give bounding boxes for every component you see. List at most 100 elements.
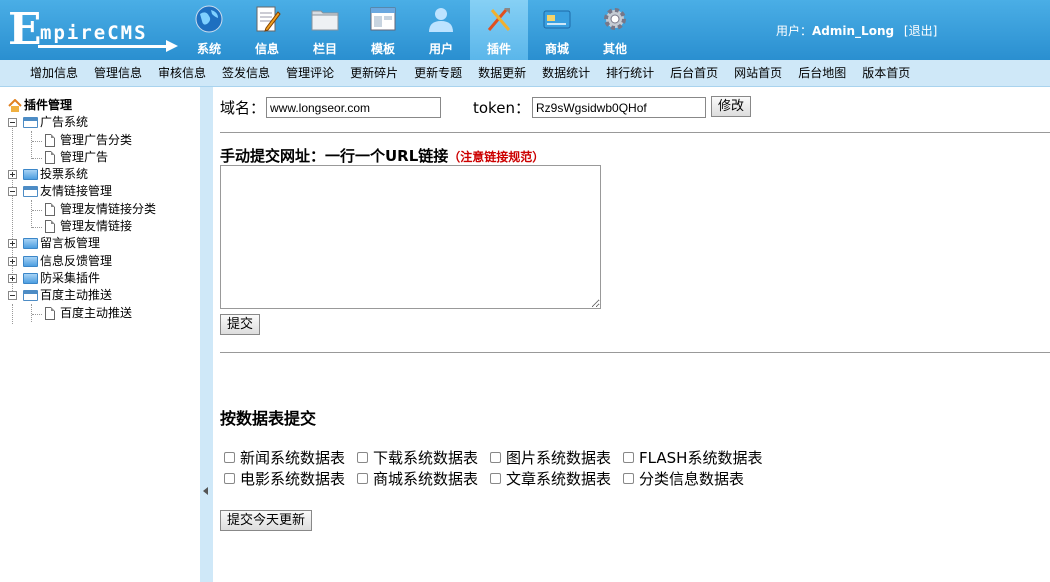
tree-node-label: 防采集插件 [40, 270, 101, 285]
domain-label: 域名： [220, 99, 266, 117]
submenu-sign-info[interactable]: 签发信息 [214, 60, 278, 86]
submenu-admin-map[interactable]: 后台地图 [790, 60, 854, 86]
tree-leaf-links[interactable]: 管理友情链接 [0, 218, 200, 235]
nav-label: 信息 [254, 42, 279, 56]
checkbox-box[interactable] [357, 472, 369, 484]
link-note: （注意链接规范） [448, 150, 545, 164]
collapse-arrow-icon[interactable] [203, 487, 208, 495]
modify-button[interactable]: 修改 [711, 96, 752, 117]
checkbox-box[interactable] [490, 472, 502, 484]
nav-item-info[interactable]: 信息 [238, 0, 296, 60]
checkbox-box[interactable] [224, 472, 235, 484]
tree-leaf-label: 管理友情链接 [60, 219, 133, 234]
expand-icon[interactable] [8, 273, 17, 283]
sidebar-splitter[interactable] [200, 87, 213, 582]
tree-leaf-label: 管理广告 [60, 149, 109, 164]
expand-icon[interactable] [8, 256, 17, 266]
token-input[interactable] [532, 97, 706, 118]
checkbox-label: 商城系统数据表 [373, 469, 479, 488]
manual-submit-title: 手动提交网址：一行一个URL链接 [220, 147, 449, 165]
collapse-icon[interactable] [8, 291, 17, 301]
checkbox-box[interactable] [224, 451, 235, 463]
checkbox-shop-table[interactable]: 商城系统数据表 [357, 468, 478, 488]
checkbox-label: FLASH系统数据表 [639, 448, 763, 467]
nav-label: 商城 [544, 42, 569, 56]
main-content: 域名： token： 修改 手动提交网址：一行一个URL链接（注意链接规范） 提… [213, 87, 1050, 582]
submit-button[interactable]: 提交 [220, 314, 261, 335]
tree-leaf-ads[interactable]: 管理广告 [0, 149, 200, 166]
nav-item-shop[interactable]: 商城 [528, 0, 586, 60]
nav-item-template[interactable]: 模板 [354, 0, 412, 60]
expand-icon[interactable] [8, 239, 17, 249]
submenu-review-info[interactable]: 审核信息 [150, 60, 214, 86]
window-icon [370, 7, 396, 31]
nav-item-user[interactable]: 用户 [412, 0, 470, 60]
submenu-update-fragments[interactable]: 更新碎片 [342, 60, 406, 86]
home-icon [8, 99, 22, 112]
submenu-data-update[interactable]: 数据更新 [470, 60, 534, 86]
tree-leaf-label: 管理广告分类 [60, 132, 133, 147]
globe-icon [195, 5, 223, 33]
checkbox-box[interactable] [623, 451, 635, 463]
checkbox-label: 下载系统数据表 [373, 448, 479, 467]
nav-label: 模板 [370, 42, 395, 56]
collapse-icon[interactable] [8, 187, 17, 197]
checkbox-news-table[interactable]: 新闻系统数据表 [224, 447, 345, 467]
tree-leaf-link-categories[interactable]: 管理友情链接分类 [0, 201, 200, 218]
nav-item-other[interactable]: 其他 [586, 0, 644, 60]
nav-label: 插件 [486, 42, 511, 56]
checkbox-box[interactable] [357, 451, 369, 463]
user-name: Admin_Long [812, 24, 895, 38]
nav-label: 其他 [602, 42, 627, 56]
empirecms-logo[interactable]: E mpireCMS [8, 8, 178, 54]
tree-node-links[interactable]: 友情链接管理 [0, 183, 200, 200]
folder-icon [23, 238, 38, 250]
tree-node-ads[interactable]: 广告系统 [0, 114, 200, 131]
submenu-manage-info[interactable]: 管理信息 [86, 60, 150, 86]
submenu-admin-home[interactable]: 后台首页 [662, 60, 726, 86]
expand-icon[interactable] [8, 170, 17, 180]
nav-item-system[interactable]: 系统 [180, 0, 238, 60]
domain-input[interactable] [266, 97, 441, 118]
checkbox-flash-table[interactable]: FLASH系统数据表 [623, 447, 762, 467]
submenu-site-home[interactable]: 网站首页 [726, 60, 790, 86]
table-checkbox-row: 电影系统数据表 商城系统数据表 文章系统数据表 分类信息数据表 [224, 468, 756, 488]
checkbox-movie-table[interactable]: 电影系统数据表 [224, 468, 345, 488]
nav-item-column[interactable]: 栏目 [296, 0, 354, 60]
url-textarea[interactable] [220, 165, 601, 309]
tree-node-label: 友情链接管理 [40, 184, 113, 199]
nav-item-plugin[interactable]: 插件 [470, 0, 528, 60]
tree-root[interactable]: 插件管理 [0, 97, 200, 114]
checkbox-article-table[interactable]: 文章系统数据表 [490, 468, 611, 488]
checkbox-photo-table[interactable]: 图片系统数据表 [490, 447, 611, 467]
submenu-update-topics[interactable]: 更新专题 [406, 60, 470, 86]
tree-node-votes[interactable]: 投票系统 [0, 166, 200, 183]
submenu-version-home[interactable]: 版本首页 [854, 60, 918, 86]
checkbox-classified-table[interactable]: 分类信息数据表 [623, 468, 744, 488]
submenu-data-stats[interactable]: 数据统计 [534, 60, 598, 86]
tree-leaf-ad-categories[interactable]: 管理广告分类 [0, 132, 200, 149]
token-label: token： [473, 99, 530, 117]
tree-node-label: 信息反馈管理 [40, 253, 113, 268]
notepad-icon [256, 6, 281, 32]
checkbox-box[interactable] [490, 451, 502, 463]
folder-icon [23, 255, 38, 267]
collapse-icon[interactable] [8, 118, 17, 128]
tree-leaf-baidu-push[interactable]: 百度主动推送 [0, 305, 200, 322]
tree-node-feedback[interactable]: 信息反馈管理 [0, 253, 200, 270]
tree-node-guestbook[interactable]: 留言板管理 [0, 235, 200, 252]
logout-link[interactable]: [退出] [904, 24, 937, 38]
checkbox-box[interactable] [623, 472, 635, 484]
submenu-ranking-stats[interactable]: 排行统计 [598, 60, 662, 86]
checkbox-download-table[interactable]: 下载系统数据表 [357, 447, 478, 467]
checkbox-label: 图片系统数据表 [506, 448, 612, 467]
submit-today-button[interactable]: 提交今天更新 [220, 510, 313, 531]
submenu-manage-comments[interactable]: 管理评论 [278, 60, 342, 86]
logo-initial: E [8, 4, 42, 55]
page-icon [45, 202, 55, 216]
tree-node-baidu-push[interactable]: 百度主动推送 [0, 287, 200, 304]
tree-root-label: 插件管理 [24, 98, 73, 112]
tree-guide [32, 313, 42, 315]
submenu-add-info[interactable]: 增加信息 [22, 60, 86, 86]
tree-node-anti-scrape[interactable]: 防采集插件 [0, 270, 200, 287]
